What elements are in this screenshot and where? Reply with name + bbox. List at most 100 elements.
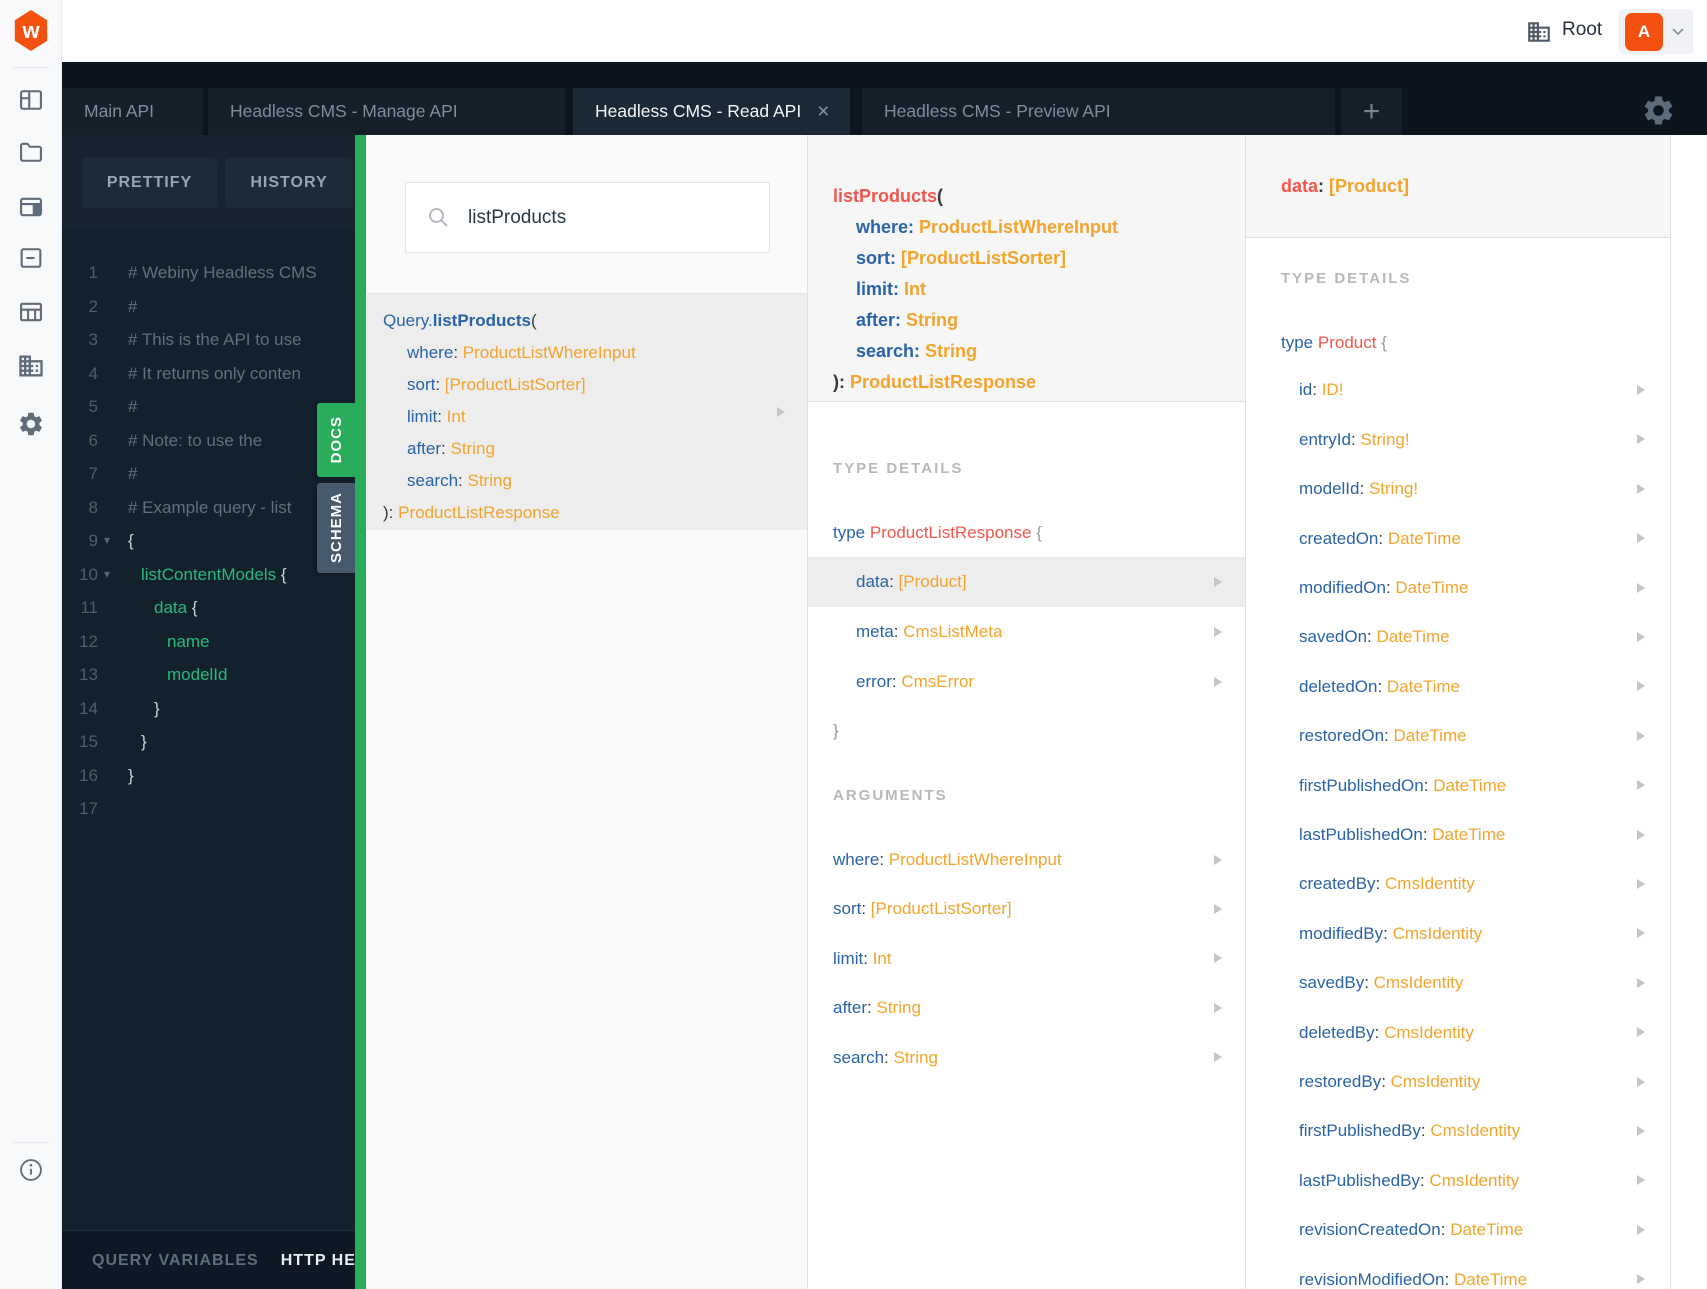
field-type[interactable]: CmsIdentity — [1430, 1121, 1520, 1140]
tab-close-icon[interactable]: × — [817, 101, 829, 122]
code-line-2[interactable]: 2 # — [62, 290, 355, 324]
field-type[interactable]: DateTime — [1394, 726, 1467, 745]
gear-icon[interactable] — [17, 410, 45, 438]
folder-icon[interactable] — [17, 138, 45, 166]
doc-field-deletedOn[interactable]: deletedOn: DateTime — [1246, 662, 1670, 711]
table-icon[interactable] — [17, 298, 45, 326]
field-type[interactable]: DateTime — [1388, 529, 1461, 548]
doc-field-search[interactable]: search: String — [808, 1033, 1245, 1082]
webiny-logo[interactable]: w — [14, 10, 48, 51]
field-type[interactable]: DateTime — [1450, 1220, 1523, 1239]
doc-field-error[interactable]: error: CmsError — [808, 657, 1245, 707]
field-type[interactable]: ID! — [1322, 380, 1344, 399]
tab-headless-cms-manage-api[interactable]: Headless CMS - Manage API — [208, 88, 565, 135]
tab-headless-cms-read-api[interactable]: Headless CMS - Read API × — [573, 88, 850, 135]
doc-field-lastPublishedOn[interactable]: lastPublishedOn: DateTime — [1246, 810, 1670, 859]
field-type[interactable]: ProductListWhereInput — [889, 850, 1062, 869]
doc-field-restoredOn[interactable]: restoredOn: DateTime — [1246, 711, 1670, 760]
code-line-1[interactable]: 1 # Webiny Headless CMS — [62, 256, 355, 290]
arg-type[interactable]: Int — [904, 279, 926, 299]
arg-type[interactable]: ProductListWhereInput — [463, 343, 636, 362]
code-line-4[interactable]: 4 # It returns only conten — [62, 357, 355, 391]
doc-field-entryId[interactable]: entryId: String! — [1246, 415, 1670, 464]
doc-field-modifiedOn[interactable]: modifiedOn: DateTime — [1246, 563, 1670, 612]
settings-icon[interactable] — [1641, 93, 1676, 128]
doc-field-savedOn[interactable]: savedOn: DateTime — [1246, 612, 1670, 661]
arg-type[interactable]: ProductListWhereInput — [919, 217, 1118, 237]
field-type[interactable]: DateTime — [1377, 627, 1450, 646]
code-line-17[interactable]: 17 — [62, 792, 355, 826]
scrollbar-track[interactable] — [1670, 135, 1707, 1289]
search-result-item[interactable]: Query.listProducts(where: ProductListWhe… — [366, 293, 807, 530]
window-icon[interactable] — [17, 193, 45, 221]
field-type[interactable]: DateTime — [1387, 677, 1460, 696]
field-type[interactable]: [Product] — [899, 572, 967, 591]
doc-field-meta[interactable]: meta: CmsListMeta — [808, 607, 1245, 657]
doc-field-revisionModifiedOn[interactable]: revisionModifiedOn: DateTime — [1246, 1255, 1670, 1289]
doc-field-modelId[interactable]: modelId: String! — [1246, 464, 1670, 513]
doc-field-where[interactable]: where: ProductListWhereInput — [808, 835, 1245, 884]
form-icon[interactable] — [17, 244, 45, 272]
schema-panel-tab[interactable]: SCHEMA — [317, 483, 355, 573]
doc-field-data[interactable]: data: [Product] — [808, 557, 1245, 607]
code-line-5[interactable]: 5 # — [62, 390, 355, 424]
code-line-3[interactable]: 3 # This is the API to use — [62, 323, 355, 357]
code-line-12[interactable]: 12 name — [62, 625, 355, 659]
field-type[interactable]: CmsIdentity — [1393, 924, 1483, 943]
return-type[interactable]: ProductListResponse — [850, 372, 1036, 392]
doc-search-input[interactable] — [466, 205, 740, 230]
doc-field-firstPublishedBy[interactable]: firstPublishedBy: CmsIdentity — [1246, 1106, 1670, 1155]
field-type[interactable]: DateTime — [1433, 776, 1506, 795]
user-menu[interactable]: A — [1619, 9, 1693, 54]
field-type[interactable]: DateTime — [1395, 578, 1468, 597]
arg-type[interactable]: String — [906, 310, 958, 330]
field-type[interactable]: [ProductListSorter] — [871, 899, 1012, 918]
code-line-15[interactable]: 15} — [62, 725, 355, 759]
doc-field-modifiedBy[interactable]: modifiedBy: CmsIdentity — [1246, 909, 1670, 958]
docs-panel-resize-handle[interactable] — [355, 135, 366, 1289]
field-name[interactable]: listProducts — [433, 311, 531, 330]
doc-field-createdBy[interactable]: createdBy: CmsIdentity — [1246, 859, 1670, 908]
arg-type[interactable]: String — [450, 439, 494, 458]
doc-field-limit[interactable]: limit: Int — [808, 934, 1245, 983]
arg-type[interactable]: String — [467, 471, 511, 490]
field-type[interactable]: CmsIdentity — [1384, 1023, 1474, 1042]
doc-field-restoredBy[interactable]: restoredBy: CmsIdentity — [1246, 1057, 1670, 1106]
arg-type[interactable]: String — [925, 341, 977, 361]
code-line-9[interactable]: 9 ▾ { — [62, 524, 355, 558]
doc-field-after[interactable]: after: String — [808, 983, 1245, 1032]
doc-field-lastPublishedBy[interactable]: lastPublishedBy: CmsIdentity — [1246, 1156, 1670, 1205]
arg-type[interactable]: [ProductListSorter] — [901, 248, 1066, 268]
field-type[interactable]: CmsError — [901, 672, 974, 691]
doc-field-sort[interactable]: sort: [ProductListSorter] — [808, 884, 1245, 933]
code-line-14[interactable]: 14} — [62, 692, 355, 726]
building-icon[interactable] — [17, 352, 45, 380]
code-line-6[interactable]: 6 # Note: to use the — [62, 424, 355, 458]
doc-field-id[interactable]: id: ID! — [1246, 365, 1670, 414]
prettify-button[interactable]: PRETTIFY — [82, 158, 217, 208]
docs-panel-tab[interactable]: DOCS — [317, 403, 355, 477]
code-line-7[interactable]: 7 # — [62, 457, 355, 491]
field-type[interactable]: String — [893, 1048, 937, 1067]
add-tab-button[interactable]: + — [1341, 88, 1402, 135]
field-type[interactable]: CmsIdentity — [1374, 973, 1464, 992]
field-type[interactable]: String! — [1360, 430, 1409, 449]
return-type[interactable]: ProductListResponse — [398, 503, 560, 522]
field-type[interactable]: CmsIdentity — [1429, 1171, 1519, 1190]
avatar[interactable]: A — [1625, 13, 1663, 51]
code-line-16[interactable]: 16} — [62, 759, 355, 793]
doc-field-createdOn[interactable]: createdOn: DateTime — [1246, 514, 1670, 563]
history-button[interactable]: HISTORY — [225, 158, 353, 208]
fold-arrow-icon[interactable]: ▾ — [104, 524, 110, 558]
field-type[interactable]: CmsIdentity — [1391, 1072, 1481, 1091]
field-type[interactable]: DateTime — [1432, 825, 1505, 844]
query-variables-tab[interactable]: QUERY VARIABLES — [92, 1252, 259, 1270]
layout-icon[interactable] — [17, 86, 45, 114]
field-name[interactable]: listProducts — [833, 186, 937, 206]
field-type[interactable]: String! — [1369, 479, 1418, 498]
code-line-10[interactable]: 10 ▾ listContentModels { — [62, 558, 355, 592]
arg-type[interactable]: Int — [447, 407, 466, 426]
code-lines[interactable]: 1 # Webiny Headless CMS 2 #3 # This is the A… — [62, 256, 355, 826]
doc-field-deletedBy[interactable]: deletedBy: CmsIdentity — [1246, 1008, 1670, 1057]
doc-field-savedBy[interactable]: savedBy: CmsIdentity — [1246, 958, 1670, 1007]
